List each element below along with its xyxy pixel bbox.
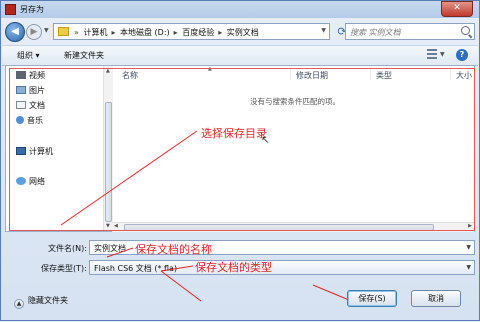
scroll-up-icon[interactable]: ▲	[106, 68, 110, 74]
chevron-right-icon[interactable]: ▸	[111, 28, 115, 37]
save-as-dialog: 另存为 ✕ ◀ ▶ ▼ » 计算机 ▸ 本地磁盘 (D:) ▸ 百度经验 ▸ 实例文档…	[0, 0, 480, 321]
folder-icon	[58, 27, 69, 36]
chevron-right-icon[interactable]: ▸	[218, 28, 222, 37]
scroll-right-icon[interactable]: ▶	[468, 223, 472, 229]
column-name[interactable]: 名称	[122, 70, 138, 81]
file-list: ▲ 名称 修改日期 类型 大小 没有与搜索条件匹配的项。 ◀ ▶	[112, 66, 474, 232]
file-list-scrollbar[interactable]: ◀ ▶	[112, 222, 474, 232]
breadcrumb-drive-d[interactable]: 本地磁盘 (D:)	[120, 28, 170, 37]
title-bar: 另存为 ✕	[1, 1, 479, 18]
nav-item-videos[interactable]: 视频	[16, 70, 45, 81]
nav-item-documents[interactable]: 文档	[16, 100, 45, 111]
filename-value: 实例文档	[94, 244, 126, 253]
help-icon[interactable]: ?	[456, 49, 468, 61]
organize-menu[interactable]: 组织 ▾	[17, 50, 40, 61]
nav-item-label: 视频	[29, 71, 45, 80]
search-input[interactable]: 搜索 实例文档	[345, 23, 475, 40]
address-bar: ◀ ▶ ▼ » 计算机 ▸ 本地磁盘 (D:) ▸ 百度经验 ▸ 实例文档 ▼ ⟳ 搜…	[5, 22, 475, 42]
hide-folders-label: 隐藏文件夹	[28, 296, 68, 305]
chevron-up-icon: ▲	[14, 299, 24, 309]
empty-message: 没有与搜索条件匹配的项。	[250, 97, 340, 106]
music-library-icon	[16, 116, 24, 124]
nav-item-label: 计算机	[29, 147, 53, 156]
search-icon	[461, 26, 470, 35]
forward-button[interactable]: ▶	[26, 24, 42, 40]
nav-item-music[interactable]: 音乐	[16, 115, 43, 126]
breadcrumb[interactable]: » 计算机 ▸ 本地磁盘 (D:) ▸ 百度经验 ▸ 实例文档 ▼	[53, 23, 330, 40]
video-library-icon	[16, 71, 26, 79]
chevron-right-icon[interactable]: ▸	[174, 28, 178, 37]
scroll-left-icon[interactable]: ◀	[114, 223, 118, 229]
dialog-footer: ▲ 隐藏文件夹 保存(S) 取消	[1, 286, 480, 322]
save-button[interactable]: 保存(S)	[347, 290, 397, 307]
annotation-doc-name: 保存文档的名称	[135, 243, 212, 256]
nav-item-label: 图片	[29, 86, 45, 95]
toolbar: 组织 ▾ 新建文件夹 ▼ ?	[2, 45, 478, 66]
column-size[interactable]: 大小	[456, 70, 472, 81]
app-icon	[5, 4, 16, 15]
nav-item-label: 音乐	[27, 116, 43, 125]
nav-item-pictures[interactable]: 图片	[16, 85, 45, 96]
documents-library-icon	[16, 101, 26, 109]
navigation-pane: 视频 图片 文档 音乐 计算机 网络	[6, 66, 104, 231]
pictures-library-icon	[16, 86, 26, 94]
breadcrumb-current-folder[interactable]: 实例文档	[227, 28, 259, 37]
scroll-down-icon[interactable]: ▼	[106, 223, 110, 229]
scroll-thumb[interactable]	[105, 102, 112, 222]
view-dropdown-icon[interactable]: ▼	[440, 51, 445, 58]
column-modified[interactable]: 修改日期	[296, 70, 328, 81]
computer-icon	[16, 147, 26, 155]
breadcrumb-baidu-jingyan[interactable]: 百度经验	[182, 28, 214, 37]
nav-item-label: 网络	[29, 177, 45, 186]
filename-label: 文件名(N):	[48, 244, 87, 253]
back-button[interactable]: ◀	[5, 22, 25, 42]
window-title: 另存为	[20, 5, 44, 14]
cancel-button[interactable]: 取消	[411, 290, 461, 307]
browser-pane: 视频 图片 文档 音乐 计算机 网络 ▲ ▼ ▲ 名称 修改日期 类型 大小 没…	[5, 65, 475, 232]
nav-item-network[interactable]: 网络	[16, 176, 45, 187]
new-folder-button[interactable]: 新建文件夹	[64, 50, 104, 61]
breadcrumb-computer[interactable]: 计算机	[83, 28, 107, 37]
annotation-select-dir: 选择保存目录	[201, 127, 267, 140]
close-button[interactable]: ✕	[441, 1, 473, 17]
hide-folders-button[interactable]: ▲ 隐藏文件夹	[14, 295, 68, 309]
filename-row: 文件名(N): 实例文档 ▼	[1, 240, 480, 256]
column-type[interactable]: 类型	[376, 70, 392, 81]
sort-arrow-icon: ▲	[208, 66, 212, 72]
search-placeholder: 搜索 实例文档	[350, 28, 401, 37]
nav-item-label: 文档	[29, 101, 45, 110]
filetype-value: Flash CS6 文档 (*.fla)	[94, 264, 178, 273]
scroll-thumb[interactable]	[124, 224, 434, 231]
filetype-select[interactable]: Flash CS6 文档 (*.fla) ▼	[89, 260, 475, 275]
filename-dropdown-icon[interactable]: ▼	[466, 244, 471, 251]
filetype-dropdown-icon[interactable]: ▼	[466, 264, 471, 271]
network-icon	[16, 177, 26, 185]
address-dropdown-icon[interactable]: ▼	[321, 27, 326, 34]
history-dropdown-icon[interactable]: ▼	[44, 27, 49, 34]
view-options-icon[interactable]	[427, 49, 437, 59]
annotation-doc-type: 保存文档的类型	[195, 261, 272, 274]
filetype-label: 保存类型(T):	[41, 264, 87, 273]
nav-item-computer[interactable]: 计算机	[16, 146, 53, 157]
chevron-right-icon[interactable]: »	[74, 28, 79, 37]
mouse-cursor-icon: ↖	[261, 135, 270, 146]
